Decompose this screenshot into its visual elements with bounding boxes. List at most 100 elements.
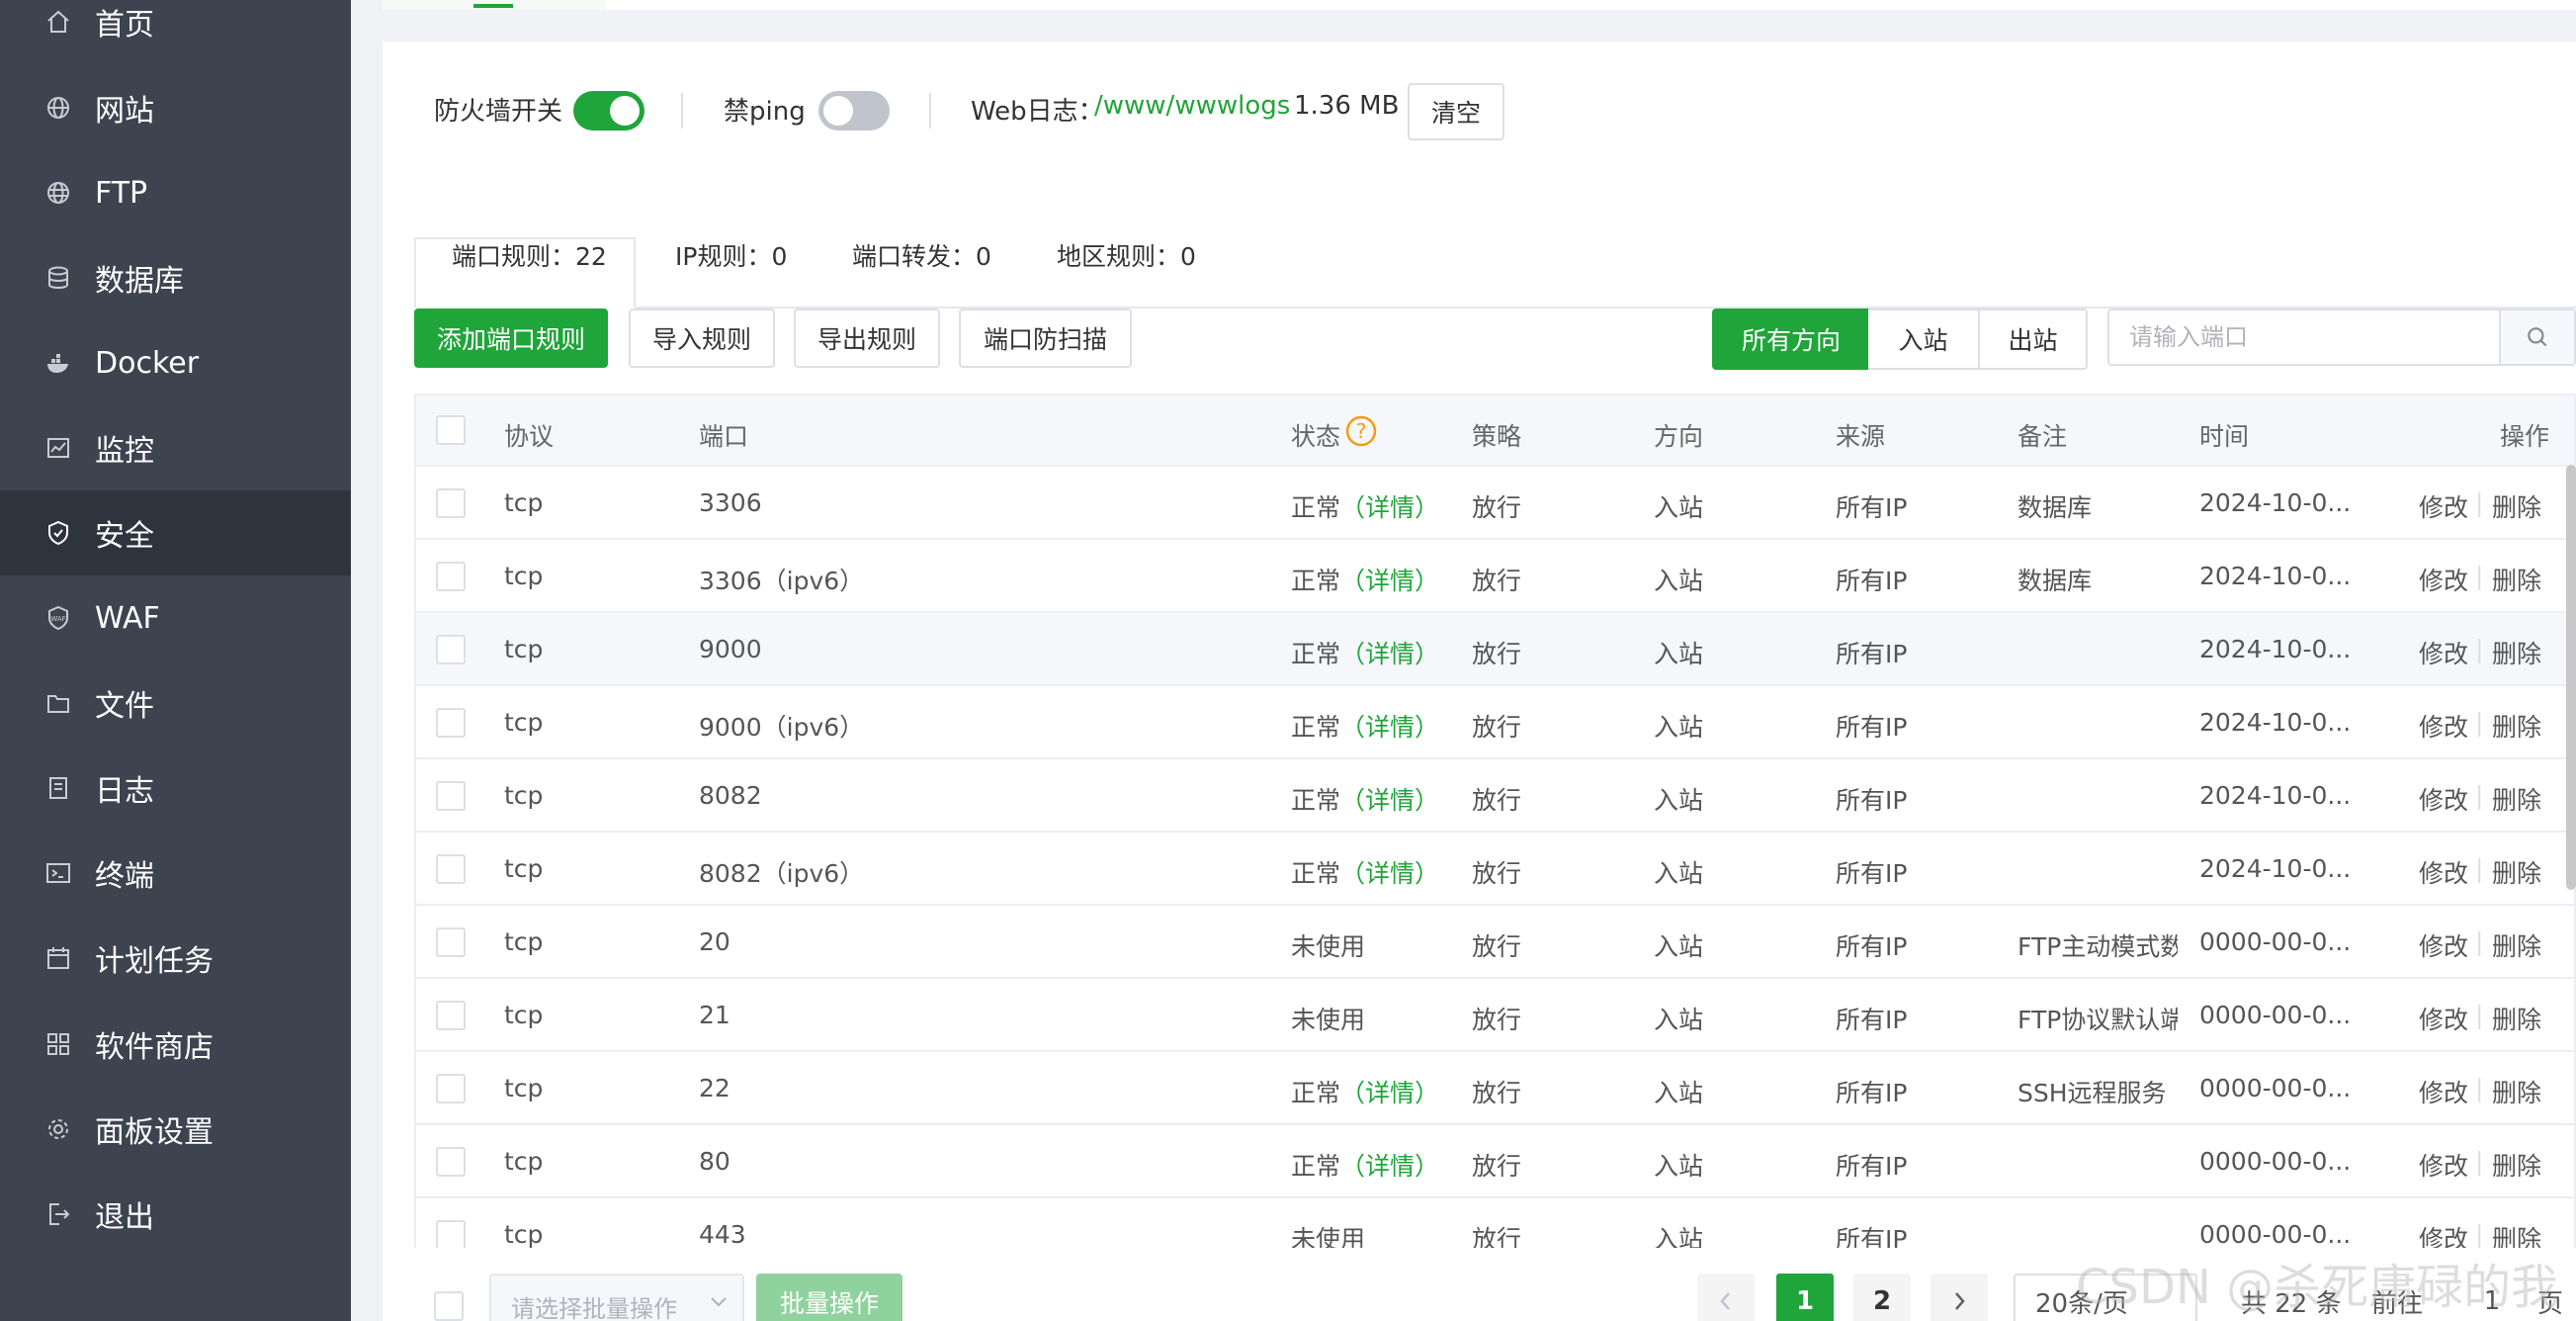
delete-link[interactable]: 删除: [2492, 1220, 2541, 1250]
row-checkbox[interactable]: [436, 1001, 466, 1030]
row-checkbox[interactable]: [436, 927, 466, 957]
sidebar-item-4[interactable]: Docker: [0, 320, 351, 405]
edit-link[interactable]: 修改: [2419, 1001, 2468, 1036]
port-search-input[interactable]: [2109, 310, 2501, 364]
tab-port-forward[interactable]: 端口转发：0: [852, 237, 991, 273]
delete-link[interactable]: 删除: [2492, 854, 2541, 890]
page-1-button[interactable]: 1: [1776, 1274, 1834, 1321]
row-checkbox[interactable]: [436, 781, 466, 811]
delete-link[interactable]: 删除: [2492, 1147, 2541, 1183]
table-row[interactable]: tcp 80 正常（详情） 放行 入站 所有IP 0000-00-0... 修改 | 删除: [416, 1125, 2574, 1198]
delete-link[interactable]: 删除: [2492, 1001, 2541, 1036]
cell-note: SSH远程服务: [2018, 1079, 2167, 1107]
edit-link[interactable]: 修改: [2419, 781, 2468, 817]
row-checkbox[interactable]: [436, 1074, 466, 1103]
edit-link[interactable]: 修改: [2419, 708, 2468, 744]
status-detail-link[interactable]: （详情）: [1340, 1079, 1439, 1107]
status-detail-link[interactable]: （详情）: [1340, 786, 1439, 815]
sidebar-item-2[interactable]: FTP: [0, 150, 351, 235]
sidebar-item-6[interactable]: 安全: [0, 490, 351, 575]
table-row[interactable]: tcp 8082 正常（详情） 放行 入站 所有IP 2024-10-0... 修改 | 删除: [416, 759, 2574, 833]
ping-switch[interactable]: [818, 91, 890, 131]
edit-link[interactable]: 修改: [2419, 1220, 2468, 1250]
sidebar-item-10[interactable]: 终端: [0, 831, 351, 916]
page-2-button[interactable]: 2: [1853, 1274, 1911, 1321]
delete-link[interactable]: 删除: [2492, 708, 2541, 744]
batch-action-button[interactable]: 批量操作: [756, 1274, 902, 1321]
table-row[interactable]: tcp 443 未使用 放行 入站 所有IP 0000-00-0... 修改 | 删除: [416, 1198, 2574, 1250]
prev-page-button[interactable]: [1697, 1274, 1755, 1321]
table-row[interactable]: tcp 9000（ipv6） 正常（详情） 放行 入站 所有IP 2024-10-0... 修…: [416, 686, 2574, 759]
table-row[interactable]: tcp 9000 正常（详情） 放行 入站 所有IP 2024-10-0... 修改 | 删除: [416, 613, 2574, 686]
table-row[interactable]: tcp 21 未使用 放行 入站 所有IP FTP协议默认端 0000-00-0... 修改 | 删…: [416, 979, 2574, 1052]
row-checkbox[interactable]: [436, 488, 466, 518]
help-icon[interactable]: ?: [1345, 415, 1377, 447]
table-scrollbar[interactable]: [2566, 465, 2576, 890]
port-scan-protection-button[interactable]: 端口防扫描: [959, 308, 1132, 368]
row-checkbox[interactable]: [436, 562, 466, 591]
status-detail-link[interactable]: （详情）: [1340, 493, 1439, 522]
weblog-path-link[interactable]: /www/wwwlogs: [1094, 91, 1290, 121]
delete-link[interactable]: 删除: [2492, 1074, 2541, 1109]
select-all-checkbox[interactable]: [436, 415, 466, 445]
sidebar-item-1[interactable]: 网站: [0, 65, 351, 150]
sidebar-item-12[interactable]: 软件商店: [0, 1002, 351, 1087]
delete-link[interactable]: 删除: [2492, 562, 2541, 597]
sidebar-item-14[interactable]: 退出: [0, 1172, 351, 1257]
sidebar-item-5[interactable]: 监控: [0, 405, 351, 490]
edit-link[interactable]: 修改: [2419, 488, 2468, 524]
edit-link[interactable]: 修改: [2419, 562, 2468, 597]
status-detail-link[interactable]: （详情）: [1340, 1152, 1439, 1181]
sidebar-item-7[interactable]: WAF WAF: [0, 575, 351, 660]
footer-select-all-checkbox[interactable]: [434, 1291, 464, 1321]
export-rules-button[interactable]: 导出规则: [794, 308, 940, 368]
edit-link[interactable]: 修改: [2419, 1074, 2468, 1109]
action-separator: |: [2475, 781, 2484, 810]
sidebar-item-13[interactable]: 面板设置: [0, 1087, 351, 1172]
tab-region-rules[interactable]: 地区规则：0: [1057, 237, 1196, 273]
tab-ip-rules[interactable]: IP规则：0: [675, 237, 787, 273]
edit-link[interactable]: 修改: [2419, 635, 2468, 670]
sidebar-item-11[interactable]: 计划任务: [0, 916, 351, 1001]
row-checkbox[interactable]: [436, 708, 466, 738]
table-row[interactable]: tcp 8082（ipv6） 正常（详情） 放行 入站 所有IP 2024-10-0... 修…: [416, 833, 2574, 906]
cell-status: 正常（详情）: [1291, 488, 1439, 524]
clear-log-button[interactable]: 清空: [1408, 83, 1504, 140]
cell-protocol: tcp: [504, 488, 544, 517]
row-checkbox[interactable]: [436, 635, 466, 664]
table-row[interactable]: tcp 20 未使用 放行 入站 所有IP FTP主动模式数 0000-00-0... 修改 | 删…: [416, 906, 2574, 979]
edit-link[interactable]: 修改: [2419, 927, 2468, 963]
sidebar-item-8[interactable]: 文件: [0, 660, 351, 746]
tab-port-rules-label[interactable]: 端口规则：22: [452, 237, 607, 273]
table-row[interactable]: tcp 3306（ipv6） 正常（详情） 放行 入站 所有IP 数据库 2024-10-0.…: [416, 540, 2574, 613]
sidebar-item-9[interactable]: 日志: [0, 746, 351, 831]
firewall-switch[interactable]: [573, 91, 644, 131]
status-detail-link[interactable]: （详情）: [1340, 859, 1439, 888]
row-checkbox[interactable]: [436, 1220, 466, 1250]
edit-link[interactable]: 修改: [2419, 854, 2468, 890]
sidebar-item-3[interactable]: 数据库: [0, 235, 351, 320]
table-row[interactable]: tcp 22 正常（详情） 放行 入站 所有IP SSH远程服务 0000-00-0... 修改…: [416, 1052, 2574, 1125]
direction-outbound[interactable]: 出站: [1978, 308, 2088, 370]
cell-direction: 入站: [1654, 859, 1704, 888]
row-checkbox[interactable]: [436, 1147, 466, 1177]
next-page-button[interactable]: [1931, 1274, 1988, 1321]
status-detail-link[interactable]: （详情）: [1340, 640, 1439, 668]
status-detail-link[interactable]: （详情）: [1340, 713, 1439, 742]
import-rules-button[interactable]: 导入规则: [629, 308, 775, 368]
status-text: 正常: [1291, 640, 1341, 668]
batch-action-select[interactable]: 请选择批量操作: [489, 1274, 744, 1321]
search-button[interactable]: [2499, 310, 2574, 364]
sidebar-item-0[interactable]: 首页: [0, 0, 351, 64]
direction-all[interactable]: 所有方向: [1712, 308, 1870, 370]
add-port-rule-button[interactable]: 添加端口规则: [414, 308, 608, 368]
delete-link[interactable]: 删除: [2492, 635, 2541, 670]
direction-inbound[interactable]: 入站: [1868, 308, 1980, 370]
status-detail-link[interactable]: （详情）: [1340, 567, 1439, 595]
table-row[interactable]: tcp 3306 正常（详情） 放行 入站 所有IP 数据库 2024-10-0... 修改 | 删…: [416, 467, 2574, 540]
delete-link[interactable]: 删除: [2492, 781, 2541, 817]
edit-link[interactable]: 修改: [2419, 1147, 2468, 1183]
delete-link[interactable]: 删除: [2492, 488, 2541, 524]
row-checkbox[interactable]: [436, 854, 466, 884]
delete-link[interactable]: 删除: [2492, 927, 2541, 963]
